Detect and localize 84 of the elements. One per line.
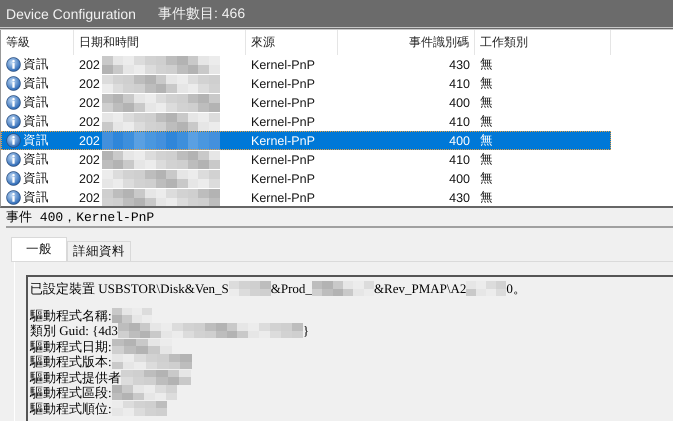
table-cell: 無 (480, 94, 493, 111)
description-text: 類別 Guid: {4d3 (30, 323, 118, 338)
table-cell: Kernel-PnP (251, 114, 315, 128)
table-cell: 資訊 (23, 75, 49, 92)
table-cell: 202 (79, 76, 100, 90)
description-text: &Rev_PMAP\A2 (374, 281, 466, 296)
table-cell: 400 (449, 172, 470, 186)
description-text: &Prod_ (270, 281, 312, 296)
description-text: 驅動程式順位: (30, 400, 112, 416)
redacted-block (228, 281, 271, 296)
description-text: 驅動程式名稱: (30, 308, 112, 323)
table-cell: 430 (449, 58, 470, 72)
event-row[interactable]: 資訊 202 Kernel-PnP 410 無 (1, 112, 611, 131)
info-icon (6, 114, 21, 129)
table-cell: 202 (79, 172, 100, 186)
table-cell: 無 (480, 75, 493, 92)
column-header[interactable]: 工作類別 (475, 30, 611, 55)
table-cell: 202 (79, 114, 100, 128)
table-cell: 無 (480, 113, 493, 130)
table-cell: 無 (480, 132, 493, 149)
redacted-block (466, 281, 506, 296)
info-icon (6, 95, 21, 110)
event-row[interactable]: 資訊 202 Kernel-PnP 410 無 (1, 150, 611, 169)
info-icon (6, 57, 21, 72)
table-cell: 202 (79, 152, 100, 166)
description-text: 驅動程式區段: (30, 385, 112, 400)
event-row[interactable]: 資訊 202 Kernel-PnP 400 無 (1, 93, 611, 112)
table-cell: 資訊 (23, 113, 49, 130)
table-cell: 400 (449, 96, 470, 110)
event-count: 事件數目: 466 (158, 4, 246, 22)
table-cell: 無 (480, 189, 493, 206)
event-row[interactable]: 資訊 202 Kernel-PnP 430 無 (1, 188, 611, 206)
table-cell: Kernel-PnP (251, 96, 315, 110)
event-row[interactable]: 資訊 202 Kernel-PnP 400 無 (1, 131, 611, 150)
table-cell: Kernel-PnP (251, 172, 315, 186)
table-cell: 資訊 (23, 56, 49, 73)
table-cell: 資訊 (23, 132, 49, 149)
table-cell: 410 (449, 152, 470, 166)
table-cell: 無 (480, 151, 493, 168)
description-text: 驅動程式版本: (30, 354, 112, 370)
table-cell: Kernel-PnP (251, 134, 315, 148)
redacted-block (121, 370, 191, 385)
table-cell: 400 (449, 134, 470, 148)
info-icon (6, 133, 21, 148)
info-icon (6, 171, 21, 186)
table-cell: Kernel-PnP (251, 190, 315, 204)
info-icon (6, 152, 21, 167)
column-header[interactable]: 來源 (246, 30, 338, 55)
column-header[interactable]: 日期和時間 (74, 30, 246, 55)
table-cell: 資訊 (23, 151, 49, 168)
table-cell: Kernel-PnP (251, 76, 315, 90)
redacted-block (112, 385, 177, 400)
table-cell: 202 (79, 58, 100, 72)
table-cell: 430 (449, 190, 470, 204)
window-title: Device Configuration (6, 6, 136, 22)
info-icon (6, 190, 21, 205)
table-cell: Kernel-PnP (251, 58, 315, 72)
table-cell: 資訊 (23, 170, 49, 187)
table-cell: 202 (79, 96, 100, 110)
description-text: 驅動程式日期: (30, 338, 112, 354)
table-cell: 202 (79, 190, 100, 204)
description-text: 已設定裝置 USBSTOR\Disk&Ven_S (30, 281, 229, 296)
column-header[interactable]: 事件識別碼 (338, 30, 475, 55)
description-text: } (302, 323, 310, 338)
event-row[interactable]: 資訊 202 Kernel-PnP 430 無 (1, 55, 611, 74)
redacted-block (312, 281, 374, 296)
description-text: 驅動程式提供者 (30, 370, 121, 385)
table-cell: 無 (480, 56, 493, 73)
event-header: 事件 400，Kernel-PnP (6, 209, 154, 226)
table-cell: 無 (480, 170, 493, 187)
table-cell: 資訊 (23, 189, 49, 206)
tab[interactable]: 詳細資料 (67, 241, 131, 261)
column-header[interactable]: 等級 (1, 30, 74, 55)
table-cell: Kernel-PnP (251, 152, 315, 166)
table-cell: 410 (449, 114, 470, 128)
redacted-block (112, 400, 167, 416)
table-cell: 資訊 (23, 94, 49, 111)
tab[interactable]: 一般 (11, 237, 67, 261)
event-row[interactable]: 資訊 202 Kernel-PnP 410 無 (1, 74, 611, 93)
description-text: 0。 (506, 281, 526, 296)
info-icon (6, 76, 21, 91)
event-row[interactable]: 資訊 202 Kernel-PnP 400 無 (1, 169, 611, 188)
table-cell: 410 (449, 76, 470, 90)
table-cell: 202 (79, 134, 100, 148)
